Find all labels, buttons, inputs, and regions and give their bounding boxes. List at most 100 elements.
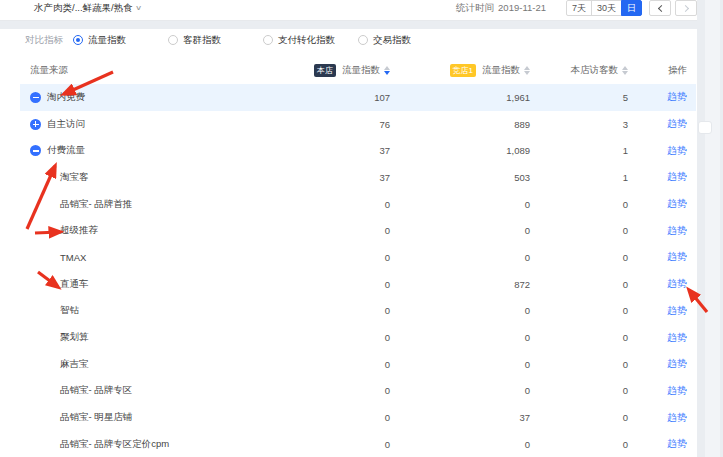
own-visitors-value: 0 <box>530 439 628 450</box>
table-row[interactable]: 智钻 0 0 0 趋势 <box>20 298 696 325</box>
rival-traffic-index-value: 0 <box>390 225 530 236</box>
own-visitors-value: 0 <box>530 359 628 370</box>
table-row[interactable]: 自主访问 76 889 3 趋势 <box>20 111 696 138</box>
trend-link[interactable]: 趋势 <box>667 278 687 289</box>
range-day-button[interactable]: 日 <box>621 0 642 16</box>
stat-date: 2019-11-21 <box>498 2 546 13</box>
table-row[interactable]: 淘内免费 107 1,961 5 趋势 <box>20 84 696 111</box>
table-row[interactable]: 品销宝- 品牌首推 0 0 0 趋势 <box>20 191 696 218</box>
trend-link[interactable]: 趋势 <box>667 251 687 262</box>
table-row[interactable]: 淘宝客 37 503 1 趋势 <box>20 164 696 191</box>
own-traffic-index-value: 0 <box>250 385 390 396</box>
trend-link[interactable]: 趋势 <box>667 225 687 236</box>
scrollbar-track[interactable] <box>705 0 720 457</box>
own-traffic-index-value: 0 <box>250 252 390 263</box>
own-store-badge: 本店 <box>314 64 336 77</box>
radio-icon <box>263 35 273 45</box>
own-traffic-index-value: 76 <box>250 119 390 130</box>
own-traffic-index-value: 107 <box>250 92 390 103</box>
date-range-group: 7天 30天 日 <box>566 0 642 16</box>
rival-traffic-index-value: 872 <box>390 279 530 290</box>
radio-icon <box>168 35 178 45</box>
trend-link[interactable]: 趋势 <box>667 332 687 343</box>
rival-traffic-index-value: 0 <box>390 305 530 316</box>
radio-conversion-index[interactable]: 支付转化指数 <box>263 34 358 47</box>
trend-link[interactable]: 趋势 <box>667 358 687 369</box>
table-row[interactable]: 品销宝- 品牌专区 0 0 0 趋势 <box>20 378 696 405</box>
radio-traffic-index[interactable]: 流量指数 <box>73 34 168 47</box>
own-traffic-index-value: 0 <box>250 439 390 450</box>
radio-icon <box>73 35 83 45</box>
table-row[interactable]: 聚划算 0 0 0 趋势 <box>20 324 696 351</box>
radio-customer-index[interactable]: 客群指数 <box>168 34 263 47</box>
trend-link[interactable]: 趋势 <box>667 91 687 102</box>
chevron-down-icon: ∨ <box>135 4 142 12</box>
table-header: 流量来源 本店 流量指数 竞店1 流量指数 本店访客数 操作 <box>20 56 696 84</box>
own-visitors-value: 0 <box>530 199 628 210</box>
rival-traffic-index-value: 0 <box>390 252 530 263</box>
chevron-right-icon <box>681 4 688 11</box>
own-traffic-index-value: 0 <box>250 412 390 423</box>
trend-link[interactable]: 趋势 <box>667 198 687 209</box>
trend-link[interactable]: 趋势 <box>667 145 687 156</box>
rival-store-badge: 竞店1 <box>450 64 476 77</box>
own-traffic-index-value: 37 <box>250 172 390 183</box>
own-visitors-value: 0 <box>530 252 628 263</box>
own-traffic-index-value: 0 <box>250 359 390 370</box>
expand-toggle-icon[interactable] <box>30 119 41 130</box>
table-row[interactable]: 超级推荐 0 0 0 趋势 <box>20 217 696 244</box>
own-traffic-index-value: 0 <box>250 225 390 236</box>
rival-traffic-index-value: 0 <box>390 199 530 210</box>
rival-traffic-index-value: 1,089 <box>390 145 530 156</box>
rival-traffic-index-value: 889 <box>390 119 530 130</box>
trend-link[interactable]: 趋势 <box>667 305 687 316</box>
main-card: 对比指标 流量指数 客群指数 支付转化指数 交易指数 流量来源 本店 流量指数 … <box>0 29 697 457</box>
rival-traffic-index-value: 0 <box>390 439 530 450</box>
own-visitors-value: 0 <box>530 279 628 290</box>
column-own-visitors[interactable]: 本店访客数 <box>530 64 628 77</box>
expand-toggle-icon[interactable] <box>30 145 41 156</box>
table-row[interactable]: TMAX 0 0 0 趋势 <box>20 244 696 271</box>
own-traffic-index-value: 0 <box>250 199 390 210</box>
column-traffic-source: 流量来源 <box>20 64 250 77</box>
table-row[interactable]: 付费流量 37 1,089 1 趋势 <box>20 137 696 164</box>
rival-traffic-index-value: 1,961 <box>390 92 530 103</box>
table-row[interactable]: 直通车 0 872 0 趋势 <box>20 271 696 298</box>
rival-traffic-index-value: 0 <box>390 332 530 343</box>
own-traffic-index-value: 37 <box>250 145 390 156</box>
table-body: 淘内免费 107 1,961 5 趋势 自主访问 76 889 3 趋势 付费流… <box>0 84 697 457</box>
radio-trade-index[interactable]: 交易指数 <box>358 34 453 47</box>
floating-widget[interactable] <box>698 121 712 134</box>
range-7d-button[interactable]: 7天 <box>566 0 592 16</box>
own-traffic-index-value: 0 <box>250 279 390 290</box>
prev-date-button[interactable] <box>649 0 671 16</box>
rival-traffic-index-value: 0 <box>390 359 530 370</box>
rival-traffic-index-value: 0 <box>390 385 530 396</box>
next-date-button[interactable] <box>675 0 697 16</box>
own-visitors-value: 1 <box>530 172 628 183</box>
own-visitors-value: 0 <box>530 225 628 236</box>
rival-traffic-index-value: 503 <box>390 172 530 183</box>
table-row[interactable]: 品销宝- 品牌专区定价cpm 0 0 0 趋势 <box>20 431 696 457</box>
trend-link[interactable]: 趋势 <box>667 171 687 182</box>
top-bar: 水产肉类/...鲜蔬果/熟食 ∨ 统计时间2019-11-21 7天 30天 日 <box>0 0 697 21</box>
own-visitors-value: 5 <box>530 92 628 103</box>
table-row[interactable]: 麻吉宝 0 0 0 趋势 <box>20 351 696 378</box>
trend-link[interactable]: 趋势 <box>667 385 687 396</box>
own-traffic-index-value: 0 <box>250 332 390 343</box>
chevron-left-icon <box>657 4 664 11</box>
column-rival-traffic-index[interactable]: 竞店1 流量指数 <box>390 64 530 77</box>
own-visitors-value: 0 <box>530 385 628 396</box>
column-own-traffic-index[interactable]: 本店 流量指数 <box>250 64 390 77</box>
trend-link[interactable]: 趋势 <box>667 438 687 449</box>
trend-link[interactable]: 趋势 <box>667 118 687 129</box>
category-breadcrumb[interactable]: 水产肉类/...鲜蔬果/熟食 ∨ <box>34 2 141 15</box>
column-actions: 操作 <box>628 64 696 77</box>
expand-toggle-icon[interactable] <box>30 92 41 103</box>
own-traffic-index-value: 0 <box>250 305 390 316</box>
range-30d-button[interactable]: 30天 <box>591 0 622 16</box>
own-visitors-value: 0 <box>530 332 628 343</box>
own-visitors-value: 1 <box>530 145 628 156</box>
trend-link[interactable]: 趋势 <box>667 412 687 423</box>
table-row[interactable]: 品销宝- 明星店铺 0 37 0 趋势 <box>20 404 696 431</box>
